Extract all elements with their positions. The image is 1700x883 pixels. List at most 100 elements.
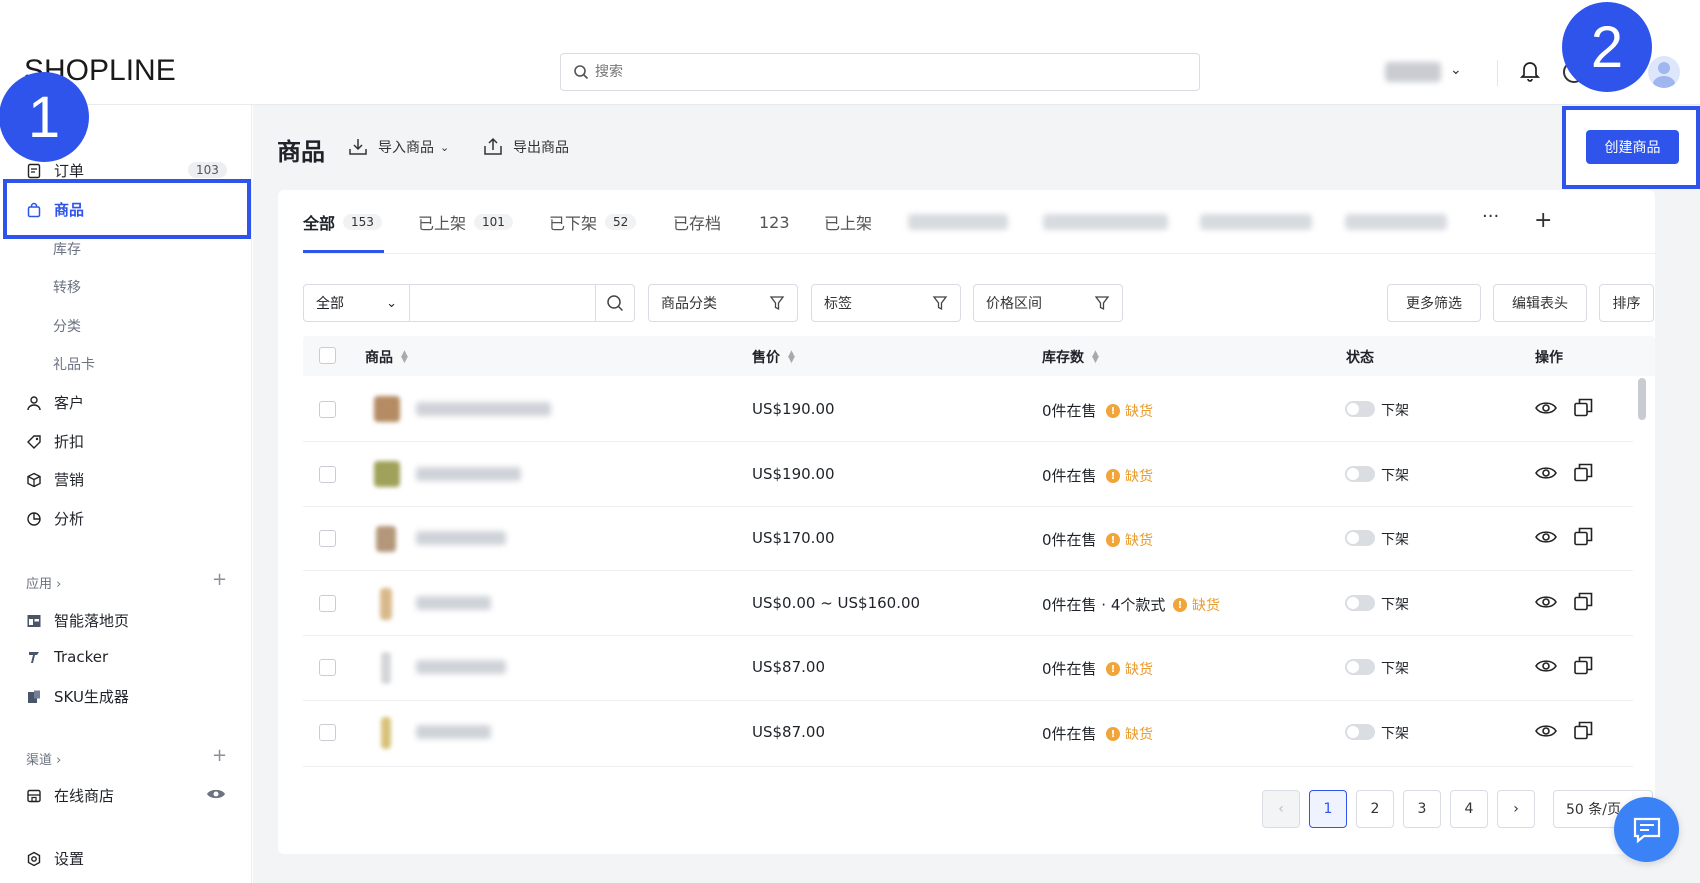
bell-icon[interactable] [1520,60,1540,82]
edit-columns-button[interactable]: 编辑表头 [1493,284,1587,322]
chat-icon [1633,817,1660,843]
column-header-price[interactable]: 售价 ▲ ▼ [752,347,795,367]
page-button-3[interactable]: 3 [1403,790,1441,828]
sidebar-item-customers[interactable]: 客户 [26,392,84,413]
sidebar-sub-gift-cards[interactable]: 礼品卡 [53,354,95,374]
chevron-down-icon[interactable]: ⌄ [1450,62,1462,78]
avatar[interactable] [1648,56,1680,88]
sidebar-item-tracker[interactable]: Tracker [26,648,108,666]
next-page-button[interactable]: › [1497,790,1535,828]
filter-label: 标签 [824,296,852,312]
order-icon [27,163,41,178]
search-input[interactable] [595,64,1175,80]
product-name[interactable] [416,467,521,481]
row-checkbox[interactable] [319,595,336,612]
sidebar-item-orders[interactable]: 订单 [26,160,84,181]
page-button-2[interactable]: 2 [1356,790,1394,828]
sort-icon: ▲ ▼ [1092,349,1099,365]
eye-icon[interactable] [206,787,226,801]
price-range-filter[interactable]: 价格区间 [973,284,1123,322]
sidebar-item-analytics[interactable]: 分析 [26,508,84,529]
pie-chart-icon [27,511,41,526]
user-icon [27,395,41,410]
eye-icon[interactable] [1535,723,1557,739]
page-button-1[interactable]: 1 [1309,790,1347,828]
product-thumbnail[interactable] [374,461,400,487]
add-app-icon[interactable]: + [212,569,227,590]
apps-section-label[interactable]: 应用 › [26,573,61,592]
row-divider [303,441,1633,442]
eye-icon[interactable] [1535,465,1557,481]
product-name[interactable] [416,660,506,674]
sort-button[interactable]: 排序 [1599,284,1654,322]
copy-icon[interactable] [1574,463,1593,482]
out-of-stock-badge: ! 缺货 [1106,401,1153,421]
row-divider [303,700,1633,701]
row-checkbox[interactable] [319,466,336,483]
product-name[interactable] [416,402,551,416]
product-thumbnail[interactable] [381,652,391,684]
row-checkbox[interactable] [319,659,336,676]
filter-label: 商品分类 [661,296,717,312]
copy-icon[interactable] [1574,527,1593,546]
store-name[interactable] [1385,62,1441,82]
category-filter[interactable]: 商品分类 [648,284,798,322]
table-scrollbar[interactable] [1638,378,1646,420]
prev-page-button[interactable]: ‹ [1262,790,1300,828]
sidebar-item-sku-generator[interactable]: SKU生成器 [26,686,129,707]
sidebar-sub-categories[interactable]: 分类 [53,316,81,336]
copy-icon[interactable] [1574,721,1593,740]
sidebar-item-products[interactable]: 商品 [26,199,84,220]
listing-toggle[interactable] [1345,530,1375,546]
sidebar-item-discounts[interactable]: 折扣 [26,431,84,452]
sidebar-item-settings[interactable]: 设置 [26,848,84,869]
add-channel-icon[interactable]: + [212,745,227,766]
eye-icon[interactable] [1535,529,1557,545]
import-products-button[interactable]: 导入商品 ⌄ [348,137,449,157]
select-all-checkbox[interactable] [319,347,336,364]
eye-icon[interactable] [1535,658,1557,674]
column-label: 库存数 [1042,350,1084,366]
create-product-button[interactable]: 创建商品 [1586,130,1679,164]
sidebar-sub-transfers[interactable]: 转移 [53,277,81,297]
tags-filter[interactable]: 标签 [811,284,961,322]
column-header-product[interactable]: 商品 ▲ ▼ [365,347,408,367]
product-search-input[interactable] [410,285,596,321]
sidebar-item-landing-page[interactable]: 智能落地页 [26,610,129,631]
column-header-stock[interactable]: 库存数 ▲ ▼ [1042,347,1099,367]
copy-icon[interactable] [1574,398,1593,417]
sidebar-sub-inventory[interactable]: 库存 [53,239,81,259]
product-name[interactable] [416,596,491,610]
row-checkbox[interactable] [319,724,336,741]
search-button[interactable] [596,285,634,321]
scope-select[interactable]: 全部 ⌄ [304,285,410,321]
eye-icon[interactable] [1535,400,1557,416]
copy-icon[interactable] [1574,592,1593,611]
listing-toggle[interactable] [1345,659,1375,675]
product-name[interactable] [416,531,506,545]
listing-toggle[interactable] [1345,466,1375,482]
product-thumbnail[interactable] [380,588,392,620]
export-products-button[interactable]: 导出商品 [483,137,569,157]
row-checkbox[interactable] [319,401,336,418]
price-cell: US$0.00 ~ US$160.00 [752,594,921,612]
more-filters-button[interactable]: 更多筛选 [1387,284,1481,322]
copy-icon[interactable] [1574,656,1593,675]
product-thumbnail[interactable] [381,717,391,749]
global-search[interactable] [560,53,1200,91]
filter-icon [1094,296,1110,311]
listing-toggle[interactable] [1345,595,1375,611]
warning-label: 缺货 [1125,469,1153,485]
sidebar-item-online-store[interactable]: 在线商店 [26,785,114,806]
row-checkbox[interactable] [319,530,336,547]
product-thumbnail[interactable] [376,526,396,552]
product-name[interactable] [416,725,491,739]
listing-toggle[interactable] [1345,401,1375,417]
listing-toggle[interactable] [1345,724,1375,740]
chat-support-button[interactable] [1614,797,1679,862]
sidebar-item-marketing[interactable]: 营销 [26,469,84,490]
channels-section-label[interactable]: 渠道 › [26,749,61,768]
eye-icon[interactable] [1535,594,1557,610]
product-thumbnail[interactable] [374,396,400,422]
page-button-4[interactable]: 4 [1450,790,1488,828]
